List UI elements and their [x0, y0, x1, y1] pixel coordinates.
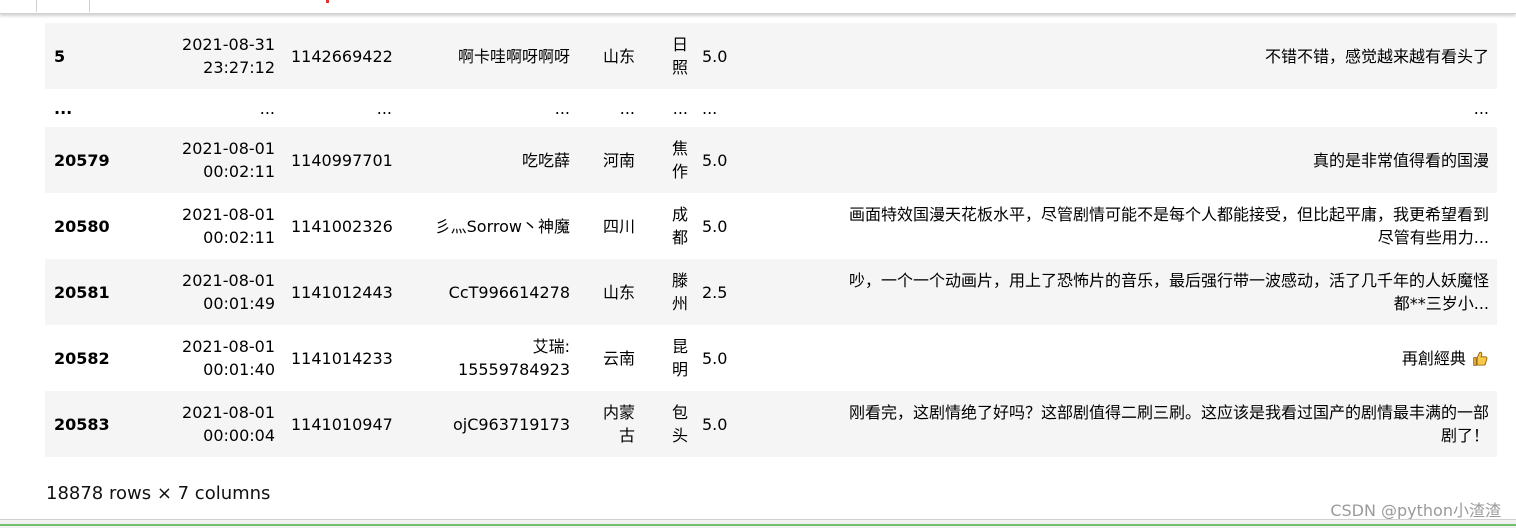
cell-province: 四川	[602, 216, 635, 236]
cell-status-bar	[0, 524, 1516, 526]
cell-name: CcT996614278	[400, 259, 578, 325]
cell-user-id: 1142669422	[283, 23, 400, 89]
cell-name: 吃吃薛	[400, 127, 578, 193]
cell-score: ...	[702, 98, 718, 118]
csdn-watermark: CSDN @python小渣渣	[1330, 501, 1501, 520]
cell-comment: 刚看完，这剧情绝了好吗？这部剧值得二刷三刷。这应该是我看过国产的剧情最丰满的一部…	[752, 391, 1497, 457]
cell-user-id: ...	[376, 98, 392, 118]
row-index: 20582	[54, 348, 110, 368]
cell-name: 艾瑞: 15559784923	[458, 337, 570, 379]
cell-province: 云南	[602, 348, 635, 368]
cell-score: 5.0	[702, 348, 728, 368]
cell-city: 成都	[671, 205, 688, 247]
cell-comment: 真的是非常值得看的国漫	[752, 127, 1497, 193]
cell-name: ojC963719173	[400, 391, 578, 457]
cell-comment: ...	[1473, 98, 1489, 118]
cell-province: 山东	[578, 23, 643, 89]
cell-city: 包头	[643, 391, 696, 457]
cell-province: 河南	[578, 127, 643, 193]
table-row: 20583 2021-08-01 00:00:04 1141010947 ojC9637…	[45, 391, 1497, 457]
table-row: ........................	[45, 89, 1497, 127]
table-row: 20579 2021-08-01 00:02:11 1140997701 吃吃薛 河南焦作…	[45, 127, 1497, 193]
cell-city: 焦作	[643, 127, 696, 193]
table-row: 5 2021-08-31 23:27:12 1142669422 啊卡哇啊呀啊呀 山东日照…	[45, 23, 1497, 89]
cell-user-id: 1141002326	[291, 216, 393, 236]
red-marker	[326, 0, 329, 3]
cell-province: 山东	[578, 259, 643, 325]
cell-city: 日照	[643, 23, 696, 89]
dataframe-table: 5 2021-08-31 23:27:12 1142669422 啊卡哇啊呀啊呀 山东日照…	[45, 23, 1497, 457]
row-index: 20581	[45, 259, 152, 325]
cell-comment: 不错不错，感觉越来越有看头了	[752, 23, 1497, 89]
row-index: ...	[54, 98, 73, 118]
dataframe-output: 5 2021-08-31 23:27:12 1142669422 啊卡哇啊呀啊呀 山东日照…	[45, 23, 1497, 457]
cell-time: 2021-08-01 00:01:49	[152, 259, 283, 325]
row-index: 20583	[45, 391, 152, 457]
cell-prompt-area	[36, 0, 90, 12]
cell-name: ...	[554, 98, 570, 118]
cell-time: 2021-08-01 00:02:11	[152, 127, 283, 193]
cell-comment: 画面特效国漫天花板水平，尽管剧情可能不是每个人都能接受，但比起平庸，我更希望看到…	[848, 205, 1489, 247]
row-index: 20580	[54, 216, 110, 236]
cell-comment: 吵，一个一个动画片，用上了恐怖片的音乐，最后强行带一波感动，活了几千年的人妖魔怪…	[752, 259, 1497, 325]
cell-user-id: 1141014233	[291, 348, 393, 368]
cell-score: 5.0	[696, 391, 752, 457]
table-row: 20580 2021-08-01 00:02:11 1141002326 彡灬Sorro…	[45, 193, 1497, 259]
cell-score: 5.0	[702, 216, 728, 236]
cell-comment: 再創經典	[752, 325, 1497, 391]
cell-province: ...	[619, 98, 635, 118]
cell-city: ...	[672, 98, 688, 118]
cell-user-id: 1140997701	[283, 127, 400, 193]
cell-time: 2021-08-01 00:01:40	[182, 337, 275, 379]
table-body: 5 2021-08-31 23:27:12 1142669422 啊卡哇啊呀啊呀 山东日照…	[45, 23, 1497, 457]
cell-time: 2021-08-01 00:00:04	[152, 391, 283, 457]
thumbs-up-icon	[1473, 351, 1488, 366]
table-row: 20581 2021-08-01 00:01:49 1141012443 CcT9966…	[45, 259, 1497, 325]
cell-score: 5.0	[696, 23, 752, 89]
cell-name: 彡灬Sorrow丶神魔	[434, 216, 570, 236]
notebook-toolbar	[0, 0, 1516, 14]
row-index: 20579	[45, 127, 152, 193]
cell-name: 啊卡哇啊呀啊呀	[400, 23, 578, 89]
cell-province: 内蒙古	[578, 391, 643, 457]
cell-user-id: 1141010947	[283, 391, 400, 457]
cell-time: 2021-08-01 00:02:11	[182, 205, 275, 247]
cell-time: ...	[259, 98, 275, 118]
cell-score: 2.5	[696, 259, 752, 325]
cell-user-id: 1141012443	[283, 259, 400, 325]
cell-score: 5.0	[696, 127, 752, 193]
cell-city: 昆明	[671, 337, 688, 379]
row-index: 5	[45, 23, 152, 89]
dataframe-shape-summary: 18878 rows × 7 columns	[46, 483, 271, 504]
table-row: 20582 2021-08-01 00:01:40 1141014233 艾瑞: 1555…	[45, 325, 1497, 391]
cell-time: 2021-08-31 23:27:12	[152, 23, 283, 89]
cell-city: 滕州	[643, 259, 696, 325]
